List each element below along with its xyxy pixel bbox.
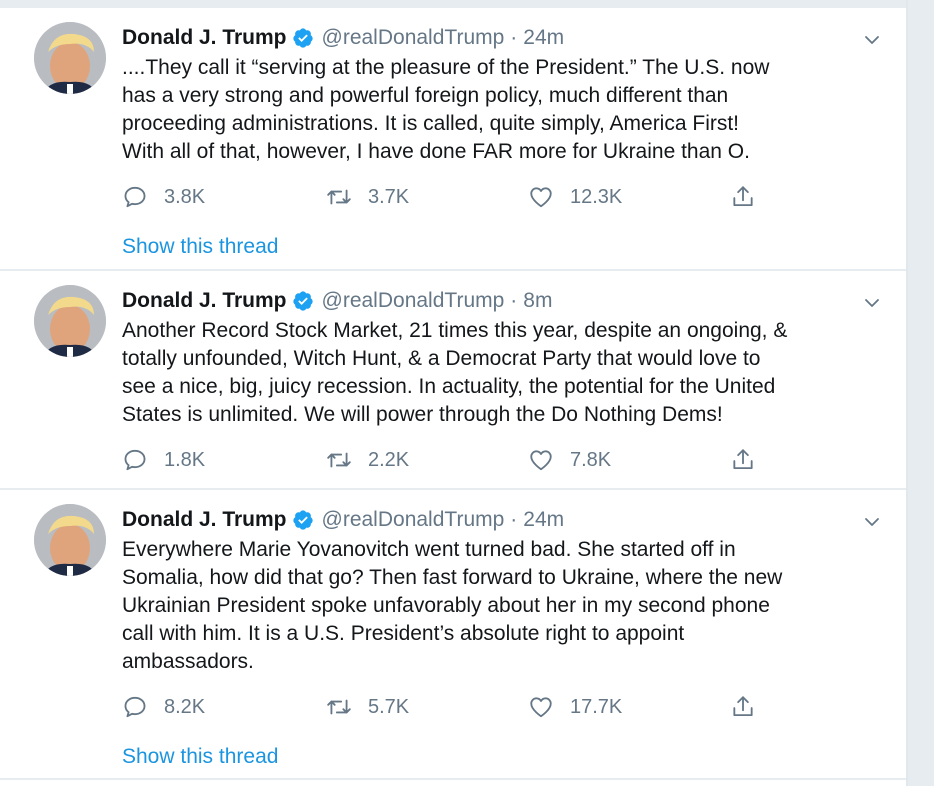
timeline-feed: Donald J. Trump @realDonaldTrump · 24m .… [0,8,906,780]
share-icon [733,186,753,207]
reply-count: 3.8K [164,185,206,208]
user-handle[interactable]: @realDonaldTrump [322,506,505,534]
retweet-button[interactable]: 3.7K [326,182,409,212]
avatar[interactable] [34,504,106,576]
like-button[interactable]: 7.8K [528,445,611,475]
timestamp[interactable]: 24m [523,506,564,534]
share-button[interactable] [730,692,772,722]
reply-button[interactable]: 1.8K [122,445,205,475]
tweet-header: Donald J. Trump @realDonaldTrump · 24m [122,506,564,534]
tweet[interactable]: Donald J. Trump @realDonaldTrump · 24m E… [0,490,906,780]
tweet-text: Everywhere Marie Yovanovitch went turned… [122,538,783,673]
reply-button[interactable]: 8.2K [122,692,205,722]
action-bar: 8.2K 5.7K 17.7K [122,692,782,722]
reply-button[interactable]: 3.8K [122,182,205,212]
share-button[interactable] [730,182,772,212]
like-button[interactable]: 17.7K [528,692,622,722]
heart-icon [530,697,552,718]
chevron-down-icon[interactable] [862,30,882,50]
avatar-image [34,22,106,94]
tweet[interactable]: Donald J. Trump @realDonaldTrump · 8m An… [0,271,906,490]
chevron-down-icon[interactable] [862,512,882,532]
show-thread-link[interactable]: Show this thread [122,743,278,771]
action-bar: 3.8K 3.7K 12.3K [122,182,782,212]
share-icon [733,449,753,470]
share-icon [733,696,753,717]
action-bar: 1.8K 2.2K 7.8K [122,445,782,475]
chevron-down-icon[interactable] [862,293,882,313]
display-name[interactable]: Donald J. Trump [122,24,287,52]
reply-icon [124,449,146,471]
separator-dot: · [510,508,518,531]
show-thread-link[interactable]: Show this thread [122,233,278,261]
timestamp[interactable]: 8m [523,287,552,315]
verified-badge-icon [292,291,313,311]
retweet-count: 5.7K [368,695,410,718]
avatar[interactable] [34,285,106,357]
verified-badge-icon [292,28,313,48]
avatar-image [34,285,106,357]
tweet-text: Another Record Stock Market, 21 times th… [122,319,788,426]
reply-icon [124,186,146,208]
heart-icon [530,450,552,471]
display-name[interactable]: Donald J. Trump [122,287,287,315]
separator-dot: · [510,26,518,49]
like-count: 17.7K [570,695,623,718]
avatar[interactable] [34,22,106,94]
tweet-header: Donald J. Trump @realDonaldTrump · 8m [122,287,552,315]
retweet-icon [327,699,351,715]
retweet-button[interactable]: 5.7K [326,692,409,722]
top-divider [0,0,934,8]
right-border [906,0,908,786]
verified-badge-icon [292,510,313,530]
tweet-header: Donald J. Trump @realDonaldTrump · 24m [122,24,564,52]
display-name[interactable]: Donald J. Trump [122,506,287,534]
retweet-button[interactable]: 2.2K [326,445,409,475]
avatar-image [34,504,106,576]
timestamp[interactable]: 24m [523,24,564,52]
reply-count: 1.8K [164,448,206,471]
like-count: 12.3K [570,185,623,208]
reply-count: 8.2K [164,695,206,718]
like-count: 7.8K [570,448,612,471]
retweet-count: 2.2K [368,448,410,471]
tweet[interactable]: Donald J. Trump @realDonaldTrump · 24m .… [0,8,906,271]
reply-icon [124,696,146,718]
separator-dot: · [510,289,518,312]
retweet-icon [327,189,351,205]
user-handle[interactable]: @realDonaldTrump [322,24,505,52]
share-button[interactable] [730,445,772,475]
right-rail [906,0,934,786]
user-handle[interactable]: @realDonaldTrump [322,287,505,315]
tweet-text: ....They call it “serving at the pleasur… [122,56,770,163]
heart-icon [530,187,552,208]
like-button[interactable]: 12.3K [528,182,622,212]
retweet-count: 3.7K [368,185,410,208]
retweet-icon [327,452,351,468]
